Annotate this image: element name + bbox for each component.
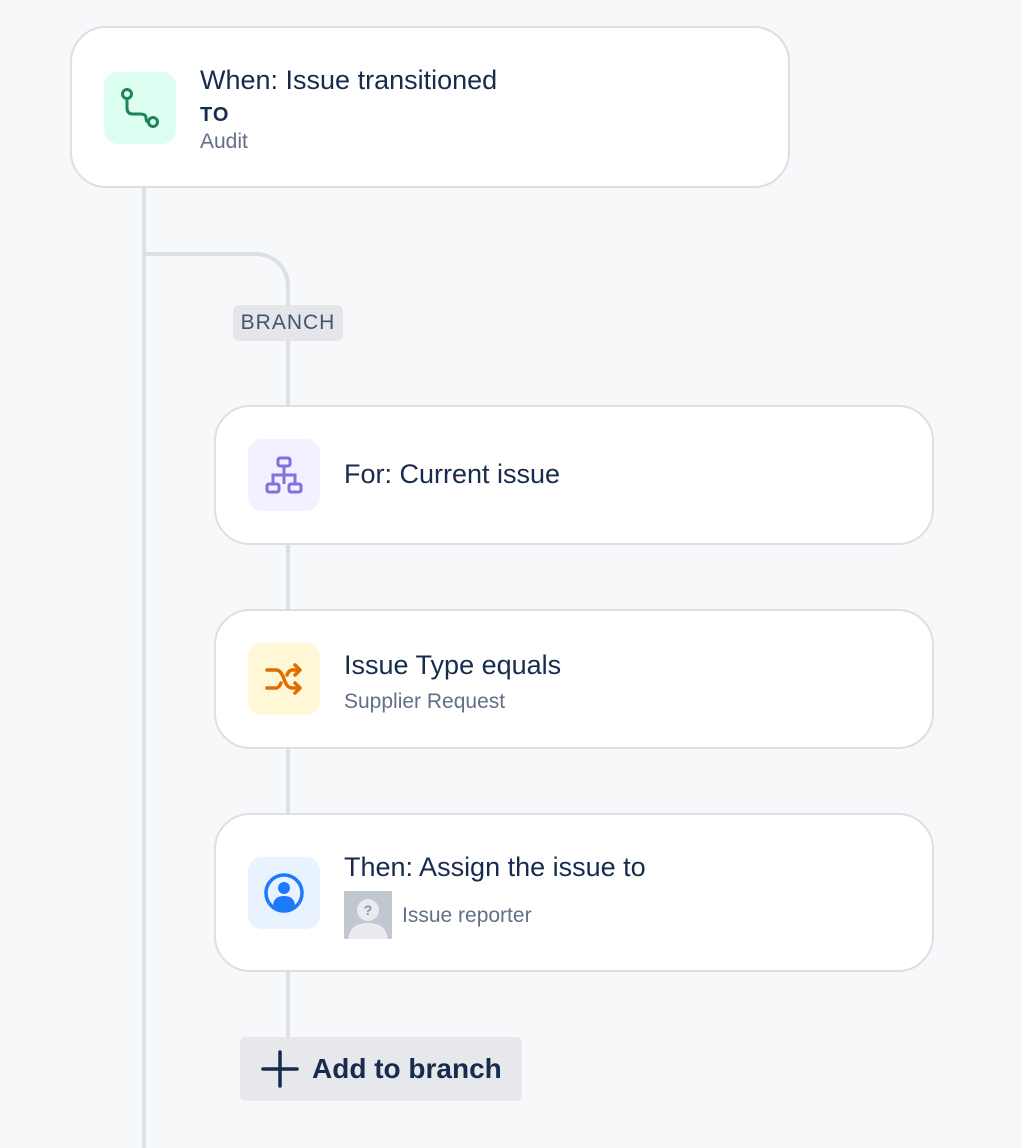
action-value: Issue reporter (402, 904, 532, 927)
transition-icon (104, 72, 176, 144)
branch-badge: BRANCH (233, 305, 343, 341)
for-title: For: Current issue (344, 459, 561, 489)
hierarchy-icon (248, 439, 320, 511)
action-title: Then: Assign the issue to (344, 852, 646, 882)
add-to-branch-button[interactable]: Add to branch (240, 1037, 522, 1101)
trigger-title: When: Issue transitioned (200, 65, 498, 95)
condition-value: Supplier Request (344, 690, 506, 713)
shuffle-icon (248, 643, 320, 715)
add-to-branch-label: Add to branch (312, 1053, 502, 1084)
condition-card[interactable]: Issue Type equals Supplier Request (214, 609, 934, 749)
trigger-card[interactable]: When: Issue transitioned TO Audit (70, 26, 790, 188)
main-connector-line (142, 186, 146, 1148)
branch-connector-line (286, 338, 290, 408)
action-card[interactable]: Then: Assign the issue to ? Issue report… (214, 813, 934, 972)
branch-connector-line (286, 970, 290, 1040)
trigger-status: Audit (200, 130, 248, 153)
plus-icon (260, 1049, 300, 1089)
svg-text:?: ? (364, 902, 373, 918)
branch-connector-curve (142, 252, 290, 312)
condition-title: Issue Type equals (344, 650, 562, 680)
trigger-to-label: TO (200, 104, 230, 126)
branch-for-card[interactable]: For: Current issue (214, 405, 934, 545)
branch-connector-line (286, 544, 290, 612)
branch-connector-line (286, 748, 290, 816)
default-avatar-icon: ? (344, 891, 392, 939)
user-circle-icon (248, 857, 320, 929)
